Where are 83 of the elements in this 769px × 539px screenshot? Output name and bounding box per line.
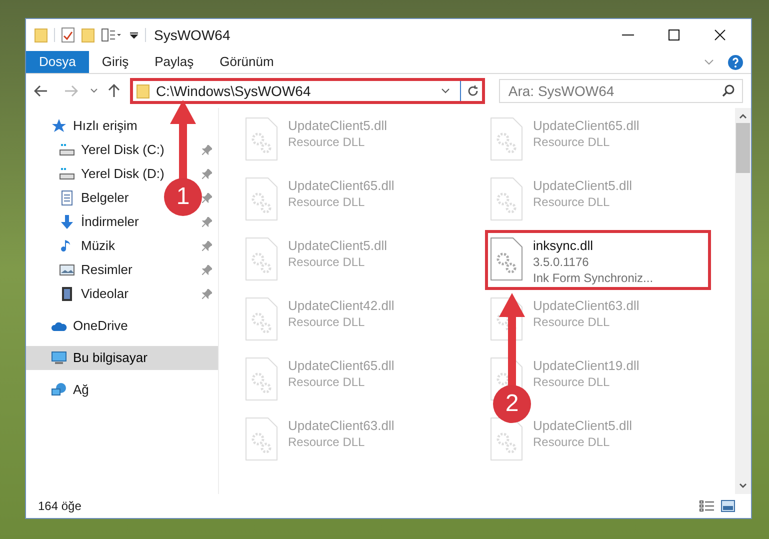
search-field[interactable]: Ara: SysWOW64 (499, 79, 744, 103)
address-path: C:\Windows\SysWOW64 (156, 82, 311, 101)
nav-item[interactable]: Yerel Disk (D:) (59, 164, 164, 184)
window-title: SysWOW64 (154, 26, 230, 45)
computer-icon (51, 350, 67, 366)
file-detail: 3.5.0.1176 (533, 254, 590, 270)
refresh-icon[interactable] (467, 85, 480, 97)
properties-icon[interactable] (61, 27, 75, 43)
quick-access-toolbar-caret-icon[interactable] (129, 30, 139, 40)
dll-file-icon (245, 297, 278, 341)
file-detail: Resource DLL (288, 134, 366, 150)
scroll-down-icon[interactable] (739, 483, 747, 488)
picture-icon (59, 262, 75, 278)
ribbon-tab[interactable]: Dosya (26, 51, 89, 73)
dll-file-icon (490, 417, 523, 461)
file-detail: Resource DLL (533, 374, 611, 390)
scrollbar[interactable] (735, 108, 751, 494)
large-icons-view-icon[interactable] (721, 500, 735, 512)
ribbon-tab[interactable]: Giriş (88, 51, 142, 73)
nav-item[interactable]: Hızlı erişim (51, 116, 138, 136)
item-count: 164 öğe (38, 498, 82, 515)
document-icon (59, 190, 75, 206)
nav-item[interactable]: OneDrive (51, 316, 128, 336)
recent-locations-caret-icon[interactable] (90, 88, 98, 94)
file-detail: Resource DLL (288, 254, 366, 270)
details-view-icon[interactable] (699, 500, 715, 512)
pin-icon[interactable] (202, 289, 212, 299)
nav-item[interactable]: Belgeler (59, 188, 129, 208)
pin-icon[interactable] (202, 217, 212, 227)
pin-icon[interactable] (202, 193, 212, 203)
dll-file-icon (245, 177, 278, 221)
address-dropdown-caret-icon[interactable] (441, 88, 450, 94)
step-number-badge: 2 (493, 385, 531, 423)
dll-file-icon (490, 237, 523, 281)
pin-icon[interactable] (202, 169, 212, 179)
drive-icon (59, 166, 75, 182)
file-detail: Resource DLL (533, 194, 611, 210)
scroll-up-icon[interactable] (739, 114, 747, 119)
dll-file-icon (245, 417, 278, 461)
dll-file-icon (245, 117, 278, 161)
nav-item[interactable]: İndirmeler (59, 212, 139, 232)
file-detail: Ink Form Synchroniz... (533, 270, 654, 286)
file-item[interactable]: inksync.dll 3.5.0.1176 Ink Form Synchroniz... (485, 230, 711, 290)
network-icon (51, 382, 67, 398)
pin-icon[interactable] (202, 145, 212, 155)
nav-item[interactable]: Müzik (59, 236, 115, 256)
file-name[interactable]: inksync.dll (533, 237, 654, 254)
drive-icon (59, 142, 75, 158)
nav-item[interactable]: Yerel Disk (C:) (59, 140, 164, 160)
maximize-icon (668, 29, 680, 41)
nav-item[interactable]: Videolar (59, 284, 128, 304)
file-detail: Resource DLL (288, 194, 366, 210)
view-options-icon[interactable] (101, 27, 123, 43)
download-icon (59, 214, 75, 230)
back-arrow-icon[interactable] (34, 85, 48, 97)
scroll-thumb[interactable] (736, 123, 750, 173)
dll-file-icon (490, 117, 523, 161)
dll-file-icon (490, 177, 523, 221)
close-icon (714, 29, 726, 41)
pin-icon[interactable] (202, 241, 212, 251)
search-icon (722, 84, 736, 97)
file-detail: Resource DLL (288, 314, 366, 330)
folder-icon (136, 83, 150, 99)
file-detail: Resource DLL (533, 314, 611, 330)
file-detail: Resource DLL (533, 134, 611, 150)
nav-item[interactable]: Bu bilgisayar (51, 348, 148, 368)
file-detail: Resource DLL (533, 434, 611, 450)
dll-file-icon (245, 357, 278, 401)
ribbon-tab[interactable]: Paylaş (142, 51, 207, 73)
pin-icon[interactable] (202, 265, 212, 275)
step-number-badge: 1 (164, 178, 202, 216)
nav-item[interactable]: Ağ (51, 380, 89, 400)
up-arrow-icon[interactable] (108, 84, 120, 98)
star-icon (51, 118, 67, 134)
video-icon (59, 286, 75, 302)
address-bar[interactable]: C:\Windows\SysWOW64 (130, 78, 486, 104)
nav-item[interactable]: Resimler (59, 260, 132, 280)
expand-ribbon-icon[interactable] (704, 59, 714, 65)
help-icon[interactable] (728, 54, 743, 70)
file-detail: Resource DLL (288, 374, 366, 390)
dll-file-icon (245, 237, 278, 281)
file-detail: Resource DLL (288, 434, 366, 450)
ribbon-tab[interactable]: Görünüm (206, 51, 287, 73)
